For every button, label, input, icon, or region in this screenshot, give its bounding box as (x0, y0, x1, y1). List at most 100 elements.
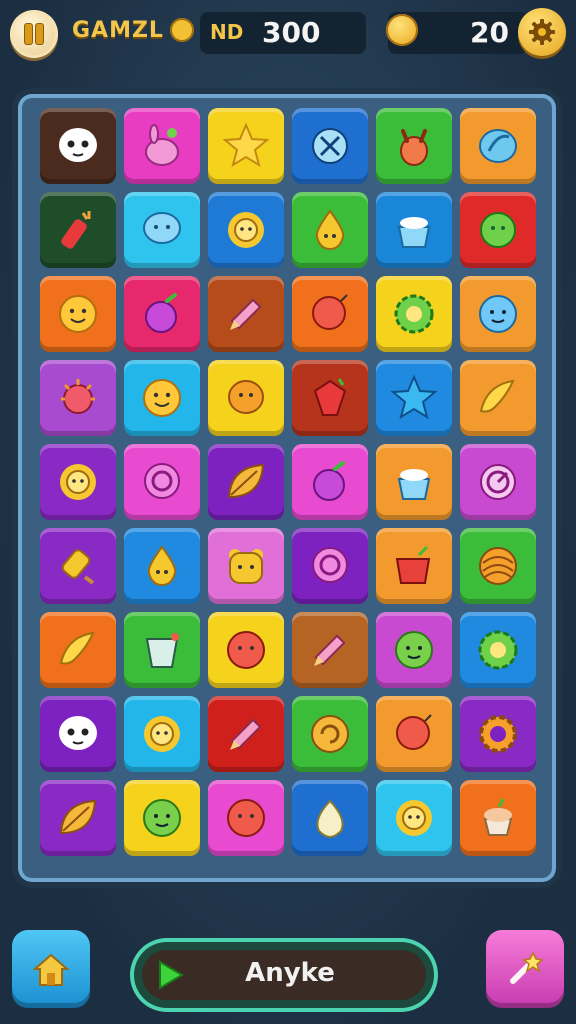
blue-star-icon (390, 374, 438, 420)
board-tile[interactable] (40, 696, 116, 772)
board-tile[interactable] (292, 276, 368, 352)
board-tile[interactable] (208, 192, 284, 268)
yarn-ball-icon (479, 547, 517, 585)
board-tile[interactable] (40, 360, 116, 436)
board-tile[interactable] (460, 192, 536, 268)
booster-button[interactable] (486, 930, 564, 1008)
board-tile[interactable] (460, 444, 536, 520)
gear-icon (529, 19, 555, 45)
home-button[interactable] (12, 930, 90, 1008)
green-face-icon (395, 631, 433, 669)
board-tile[interactable] (292, 360, 368, 436)
drop-face-icon (147, 545, 177, 587)
smile-face-icon (143, 379, 181, 417)
board-tile[interactable] (208, 780, 284, 856)
board-tile[interactable] (376, 780, 452, 856)
red-face-icon (227, 799, 265, 837)
game-board (18, 94, 556, 882)
board-tile[interactable] (124, 780, 200, 856)
board-tile[interactable] (124, 444, 200, 520)
pencil-icon (314, 634, 346, 666)
board-tile[interactable] (208, 444, 284, 520)
score-value: 300 (262, 16, 321, 49)
board-tile[interactable] (376, 192, 452, 268)
board-tile[interactable] (208, 696, 284, 772)
orange-bubble-icon (228, 380, 264, 414)
board-tile[interactable] (124, 696, 200, 772)
pause-icon (25, 24, 32, 44)
board-tile[interactable] (292, 192, 368, 268)
board-tile[interactable] (292, 108, 368, 184)
drop-face-icon (315, 209, 345, 251)
pencil-icon (230, 718, 262, 750)
board-tile[interactable] (40, 192, 116, 268)
red-cup-icon (395, 545, 431, 584)
board-tile[interactable] (208, 528, 284, 604)
board-tile[interactable] (40, 276, 116, 352)
coin-icon (386, 14, 418, 46)
board-tile[interactable] (292, 780, 368, 856)
spiky-berry-icon (61, 379, 95, 414)
board-tile[interactable] (292, 528, 368, 604)
red-gem-icon (313, 378, 347, 416)
candy-stick-icon (61, 211, 91, 249)
board-tile[interactable] (124, 612, 200, 688)
board-tile[interactable] (376, 360, 452, 436)
level-label: ND (210, 20, 244, 44)
board-tile[interactable] (124, 192, 200, 268)
green-face-icon (143, 799, 181, 837)
board-tile[interactable] (124, 360, 200, 436)
board-tile[interactable] (376, 276, 452, 352)
board-tile[interactable] (40, 780, 116, 856)
board-tile[interactable] (40, 612, 116, 688)
board-tile[interactable] (208, 276, 284, 352)
leaf-bubble-icon (479, 129, 517, 163)
onion-icon (316, 799, 344, 839)
orange-gear-icon (479, 715, 517, 753)
board-tile[interactable] (376, 612, 452, 688)
skull-face-icon (59, 716, 97, 750)
magic-wand-icon (510, 951, 544, 984)
board-tile[interactable] (460, 528, 536, 604)
board-tile[interactable] (40, 528, 116, 604)
game-title: GAMZL (72, 18, 164, 43)
board-tile[interactable] (460, 780, 536, 856)
board-tile[interactable] (208, 360, 284, 436)
purple-berry-icon (145, 293, 177, 333)
banana-icon (59, 631, 95, 665)
board-tile[interactable] (40, 444, 116, 520)
board-tile[interactable] (460, 276, 536, 352)
top-bar: GAMZL ND 300 20 (0, 0, 576, 70)
board-tile[interactable] (124, 528, 200, 604)
purple-berry-icon (313, 461, 345, 501)
board-tile[interactable] (460, 360, 536, 436)
cup-icon (145, 633, 179, 668)
popsicle-icon (61, 549, 95, 585)
settings-button[interactable] (518, 8, 566, 56)
cupcake-icon (483, 798, 513, 836)
sugar-bowl-icon (397, 217, 431, 248)
board-tile[interactable] (208, 108, 284, 184)
board-tile[interactable] (292, 612, 368, 688)
badge-icon (170, 18, 194, 42)
sun-gear-icon (228, 212, 264, 248)
board-tile[interactable] (208, 612, 284, 688)
ring-bubble-icon (144, 463, 180, 499)
board-tile[interactable] (460, 612, 536, 688)
smile-face-icon (59, 295, 97, 333)
pause-button[interactable] (10, 10, 58, 58)
board-tile[interactable] (460, 108, 536, 184)
board-tile[interactable] (376, 444, 452, 520)
action-button-label: Anyke (245, 958, 335, 988)
board-tile[interactable] (460, 696, 536, 772)
board-tile[interactable] (292, 444, 368, 520)
board-tile[interactable] (376, 696, 452, 772)
board-tile[interactable] (376, 108, 452, 184)
board-tile[interactable] (124, 108, 200, 184)
board-tile[interactable] (40, 108, 116, 184)
bug-ball-icon (312, 128, 348, 164)
board-tile[interactable] (376, 528, 452, 604)
board-tile[interactable] (292, 696, 368, 772)
board-tile[interactable] (124, 276, 200, 352)
orange-swirl-icon (311, 715, 349, 753)
